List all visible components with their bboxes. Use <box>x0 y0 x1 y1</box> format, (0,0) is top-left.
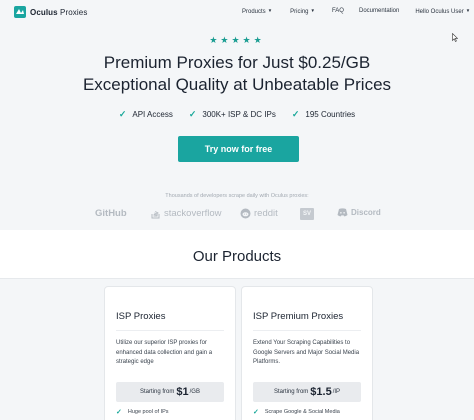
brand-logos: GitHub stackoverflow reddit SV Discord <box>0 208 474 224</box>
reddit-icon <box>240 208 251 219</box>
card-description: Extend Your Scraping Capabilities to Goo… <box>253 340 360 365</box>
sv-logo: SV <box>300 208 314 220</box>
products-title: Our Products <box>192 248 282 265</box>
chevron-down-icon: ▼ <box>310 8 315 13</box>
reddit-logo: reddit <box>240 208 278 219</box>
nav-menu: Products ▼ Pricing ▼ FAQ Documentation Hel… <box>242 8 470 15</box>
chevron-down-icon: ▼ <box>267 8 273 13</box>
price-unit: /IP <box>332 389 341 395</box>
oculus-logo-icon <box>14 6 26 18</box>
github-logo: GitHub <box>95 208 127 219</box>
card-divider <box>253 330 361 331</box>
feature-item: ✓ API Access <box>118 109 173 119</box>
check-icon: ✓ <box>188 109 197 119</box>
discord-icon <box>337 208 348 217</box>
card-divider <box>116 330 224 331</box>
check-icon: ✓ <box>291 109 300 119</box>
price-box: Starting from $1 /GB <box>116 382 224 402</box>
card-feature: ✓ Scrape Google & Social Media <box>253 409 340 416</box>
chevron-down-icon: ▼ <box>465 8 471 13</box>
discord-logo: Discord <box>337 208 381 217</box>
hero-subheadline: Exceptional Quality at Unbeatable Prices <box>82 75 392 94</box>
logo-link[interactable]: Oculus Proxies <box>13 5 87 19</box>
product-card-isp[interactable]: ISP Proxies Utilize our superior ISP pro… <box>104 286 236 420</box>
nav-documentation[interactable]: Documentation <box>359 8 399 15</box>
top-navbar: Oculus Proxies Products ▼ Pricing ▼ FAQ Do… <box>0 0 474 26</box>
price-unit: /GB <box>189 389 200 395</box>
nav-products[interactable]: Products ▼ <box>242 8 272 15</box>
card-title: ISP Proxies <box>116 311 166 322</box>
card-description: Utilize our superior ISP proxies for enh… <box>116 340 213 365</box>
hero-headline: Premium Proxies for Just $0.25/GB <box>103 53 371 72</box>
nav-faq[interactable]: FAQ <box>332 8 344 15</box>
products-section: Our Products ISP Proxies Utilize our sup… <box>0 230 474 420</box>
logo-text: Oculus Proxies <box>30 7 88 17</box>
check-icon: ✓ <box>253 409 259 416</box>
check-icon: ✓ <box>118 109 127 119</box>
product-card-isp-premium[interactable]: ISP Premium Proxies Extend Your Scraping… <box>241 286 373 420</box>
price-amount: $1 <box>176 386 189 398</box>
card-title: ISP Premium Proxies <box>253 311 344 322</box>
price-amount: $1.5 <box>310 386 332 398</box>
price-prefix: Starting from <box>273 389 309 395</box>
check-icon: ✓ <box>116 409 122 416</box>
stackoverflow-icon <box>151 211 160 219</box>
price-box: Starting from $1.5 /IP <box>253 382 361 402</box>
price-prefix: Starting from <box>140 389 175 395</box>
card-feature: ✓ Huge pool of IPs <box>116 409 169 416</box>
feature-list: ✓ API Access ✓ 300K+ ISP & DC IPs ✓ 195 Cou… <box>0 109 474 120</box>
rating-stars: ★★★★★ <box>209 35 265 45</box>
trust-caption: Thousands of developers scrape daily wit… <box>165 193 309 199</box>
try-free-button[interactable]: Try now for free <box>178 136 299 162</box>
feature-item: ✓ 195 Countries <box>291 109 356 119</box>
stackoverflow-logo: stackoverflow <box>151 208 222 219</box>
products-background <box>0 278 474 420</box>
nav-pricing[interactable]: Pricing ▼ <box>290 8 315 15</box>
feature-item: ✓ 300K+ ISP & DC IPs <box>188 109 276 119</box>
nav-user-menu[interactable]: Hello Oculus User ▼ <box>415 8 470 15</box>
